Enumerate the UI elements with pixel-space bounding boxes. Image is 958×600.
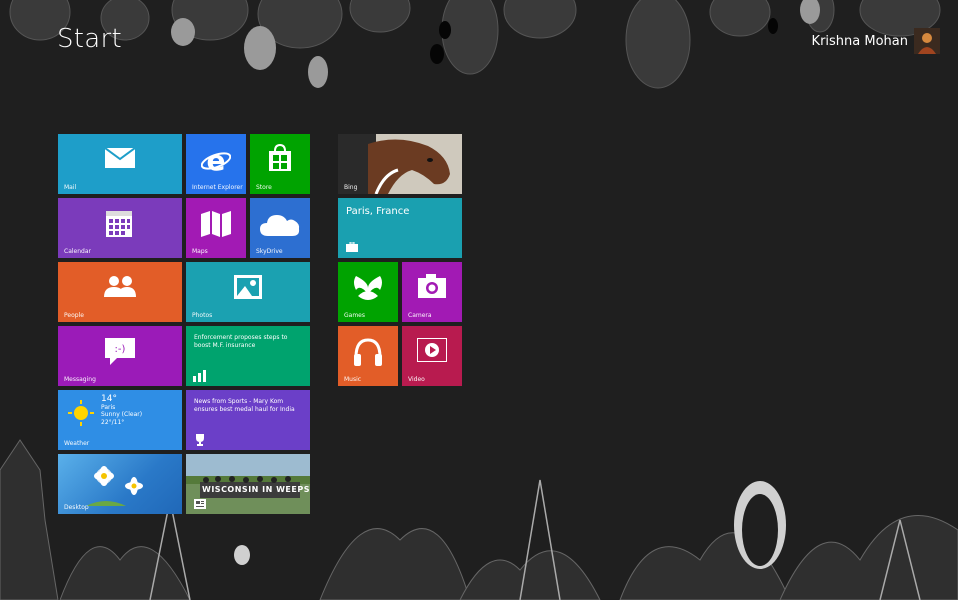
photo-icon xyxy=(234,275,262,299)
tile-skydrive[interactable]: SkyDrive xyxy=(250,198,310,258)
xbox-icon xyxy=(354,276,382,300)
weather-condition: Sunny (Clear) xyxy=(101,411,143,418)
tile-label: Weather xyxy=(64,440,90,447)
envelope-icon xyxy=(105,148,135,168)
tile-sports[interactable]: News from Sports - Mary Kom ensures best… xyxy=(186,390,310,450)
tile-news[interactable]: WISCONSIN IN WEEPS xyxy=(186,454,310,514)
tile-label: Camera xyxy=(408,312,432,319)
svg-text:e: e xyxy=(207,145,226,175)
flower-wallpaper xyxy=(86,466,143,506)
weather-location: Paris xyxy=(101,403,116,411)
user-avatar-icon xyxy=(914,28,940,54)
user-account[interactable]: Krishna Mohan xyxy=(812,28,940,54)
tile-music[interactable]: Music xyxy=(338,326,398,386)
tile-weather[interactable]: 14° Paris Sunny (Clear) 22°/11° Weather xyxy=(58,390,182,450)
tile-video[interactable]: Video xyxy=(402,326,462,386)
weather-details: 14° Paris Sunny (Clear) 22°/11° xyxy=(101,394,143,426)
play-icon xyxy=(417,338,447,362)
camera-icon xyxy=(418,274,446,298)
weather-temp: 14° xyxy=(101,394,117,404)
tile-label: Desktop xyxy=(64,504,89,511)
tile-store[interactable]: Store xyxy=(250,134,310,194)
user-name: Krishna Mohan xyxy=(811,33,908,49)
svg-text::-): :-) xyxy=(115,344,126,355)
tile-label: Messaging xyxy=(64,376,96,383)
tile-maps[interactable]: Maps xyxy=(186,198,246,258)
finance-chart-icon xyxy=(193,370,206,382)
suitcase-icon xyxy=(346,242,358,252)
news-photo-caption: WISCONSIN IN WEEPS xyxy=(202,485,310,494)
calendar-icon xyxy=(106,211,132,237)
weather-range: 22°/11° xyxy=(101,418,125,426)
tile-label: Bing xyxy=(344,184,358,191)
travel-city: Paris, France xyxy=(346,206,410,217)
tile-travel[interactable]: Paris, France xyxy=(338,198,462,258)
tile-internet-explorer[interactable]: e Internet Explorer xyxy=(186,134,246,194)
start-title: Start xyxy=(57,24,123,54)
tile-mail[interactable]: Mail xyxy=(58,134,182,194)
finance-headline: Enforcement proposes steps to boost M.F.… xyxy=(194,334,288,349)
tile-calendar[interactable]: Calendar xyxy=(58,198,182,258)
sports-headline: News from Sports - Mary Kom ensures best… xyxy=(194,398,295,413)
tile-label: Photos xyxy=(192,312,213,319)
store-bag-icon xyxy=(269,144,291,171)
tile-photos[interactable]: Photos xyxy=(186,262,310,322)
tile-finance[interactable]: Enforcement proposes steps to boost M.F.… xyxy=(186,326,310,386)
cloud-icon xyxy=(260,215,300,236)
sun-icon xyxy=(68,400,94,426)
tile-label: Maps xyxy=(192,248,208,255)
tile-label: People xyxy=(64,312,84,319)
tile-camera[interactable]: Camera xyxy=(402,262,462,322)
tile-label: Internet Explorer xyxy=(192,184,243,191)
internet-explorer-icon: e xyxy=(201,145,231,175)
tile-desktop[interactable]: Desktop xyxy=(58,454,182,514)
people-icon xyxy=(104,276,136,297)
tile-label: Calendar xyxy=(64,248,91,255)
headphones-icon xyxy=(354,338,382,366)
tile-label: Games xyxy=(344,312,365,319)
newspaper-icon xyxy=(194,499,206,509)
tile-label: Mail xyxy=(64,184,77,191)
chat-bubble-icon: :-) xyxy=(105,338,135,365)
map-icon xyxy=(201,211,231,237)
tile-games[interactable]: Games xyxy=(338,262,398,322)
tile-bing[interactable]: Bing xyxy=(338,134,462,194)
trophy-icon xyxy=(196,434,204,446)
tile-people[interactable]: People xyxy=(58,262,182,322)
tile-label: Store xyxy=(256,184,272,191)
tile-label: Music xyxy=(344,376,362,383)
tile-label: SkyDrive xyxy=(256,248,283,255)
tile-label: Video xyxy=(408,376,425,383)
tile-messaging[interactable]: :-) Messaging xyxy=(58,326,182,386)
